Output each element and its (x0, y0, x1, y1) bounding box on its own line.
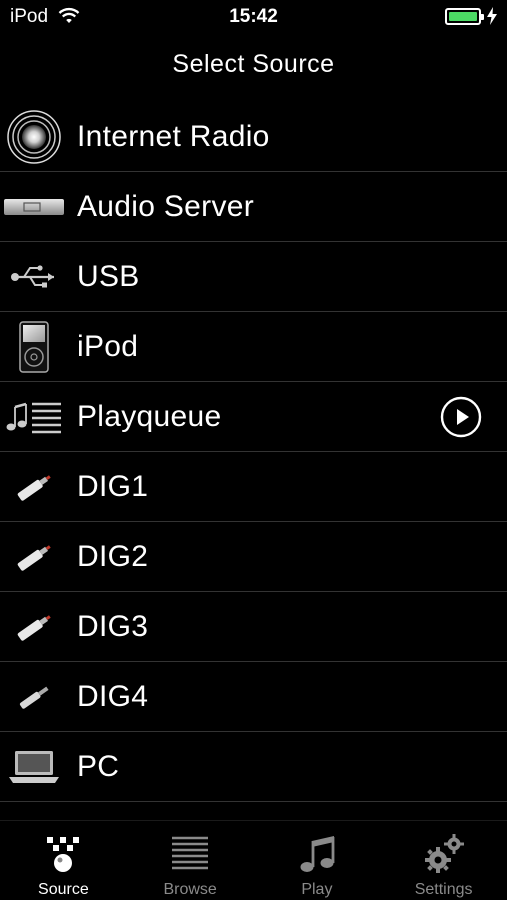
source-item-pc[interactable]: PC (0, 732, 507, 802)
tab-browse[interactable]: Browse (127, 821, 254, 900)
source-label: DIG2 (77, 540, 149, 573)
usb-icon (2, 242, 66, 312)
tab-label: Play (301, 881, 333, 898)
music-note-icon (300, 836, 335, 872)
ipod-icon (2, 312, 66, 382)
digital-plug-icon (2, 662, 66, 732)
server-icon (2, 172, 66, 242)
source-item-dig3[interactable]: DIG3 (0, 592, 507, 662)
source-label: Internet Radio (77, 120, 270, 153)
radio-waves-icon (2, 102, 66, 172)
laptop-icon (2, 732, 66, 802)
tab-label: Browse (163, 881, 217, 898)
source-item-playqueue[interactable]: Playqueue (0, 382, 507, 452)
battery-icon (445, 8, 484, 25)
source-label: Audio Server (77, 190, 255, 223)
battery-level-fill (449, 12, 477, 21)
tab-label: Settings (414, 881, 473, 898)
charging-bolt-icon (487, 7, 497, 25)
status-time: 15:42 (229, 6, 278, 27)
digital-plug-icon (2, 522, 66, 592)
source-item-dig1[interactable]: DIG1 (0, 452, 507, 522)
source-list: Internet Radio Audio Server USB iPod Pla… (0, 102, 507, 802)
tab-bar: Source Browse Play Settings (0, 820, 507, 900)
gears-icon (424, 834, 464, 873)
source-item-internet-radio[interactable]: Internet Radio (0, 102, 507, 172)
source-item-audio-server[interactable]: Audio Server (0, 172, 507, 242)
status-bar: iPod 15:42 (0, 0, 507, 34)
play-circle-icon[interactable] (440, 396, 482, 438)
source-label: USB (77, 260, 140, 293)
tab-play[interactable]: Play (254, 821, 381, 900)
tab-source[interactable]: Source (0, 821, 127, 900)
source-item-usb[interactable]: USB (0, 242, 507, 312)
digital-plug-icon (2, 592, 66, 662)
source-item-dig2[interactable]: DIG2 (0, 522, 507, 592)
page-title: Select Source (172, 50, 335, 78)
source-label: DIG4 (77, 680, 149, 713)
digital-plug-icon (2, 452, 66, 522)
playqueue-icon (2, 382, 66, 452)
source-label: iPod (77, 330, 139, 363)
tab-label: Source (38, 881, 89, 898)
source-item-dig4[interactable]: DIG4 (0, 662, 507, 732)
source-label: DIG3 (77, 610, 149, 643)
list-icon (172, 836, 209, 870)
source-label: Playqueue (77, 400, 222, 433)
source-label: DIG1 (77, 470, 149, 503)
tab-settings[interactable]: Settings (380, 821, 507, 900)
source-icon (47, 837, 80, 872)
source-label: PC (77, 750, 120, 783)
source-item-ipod[interactable]: iPod (0, 312, 507, 382)
